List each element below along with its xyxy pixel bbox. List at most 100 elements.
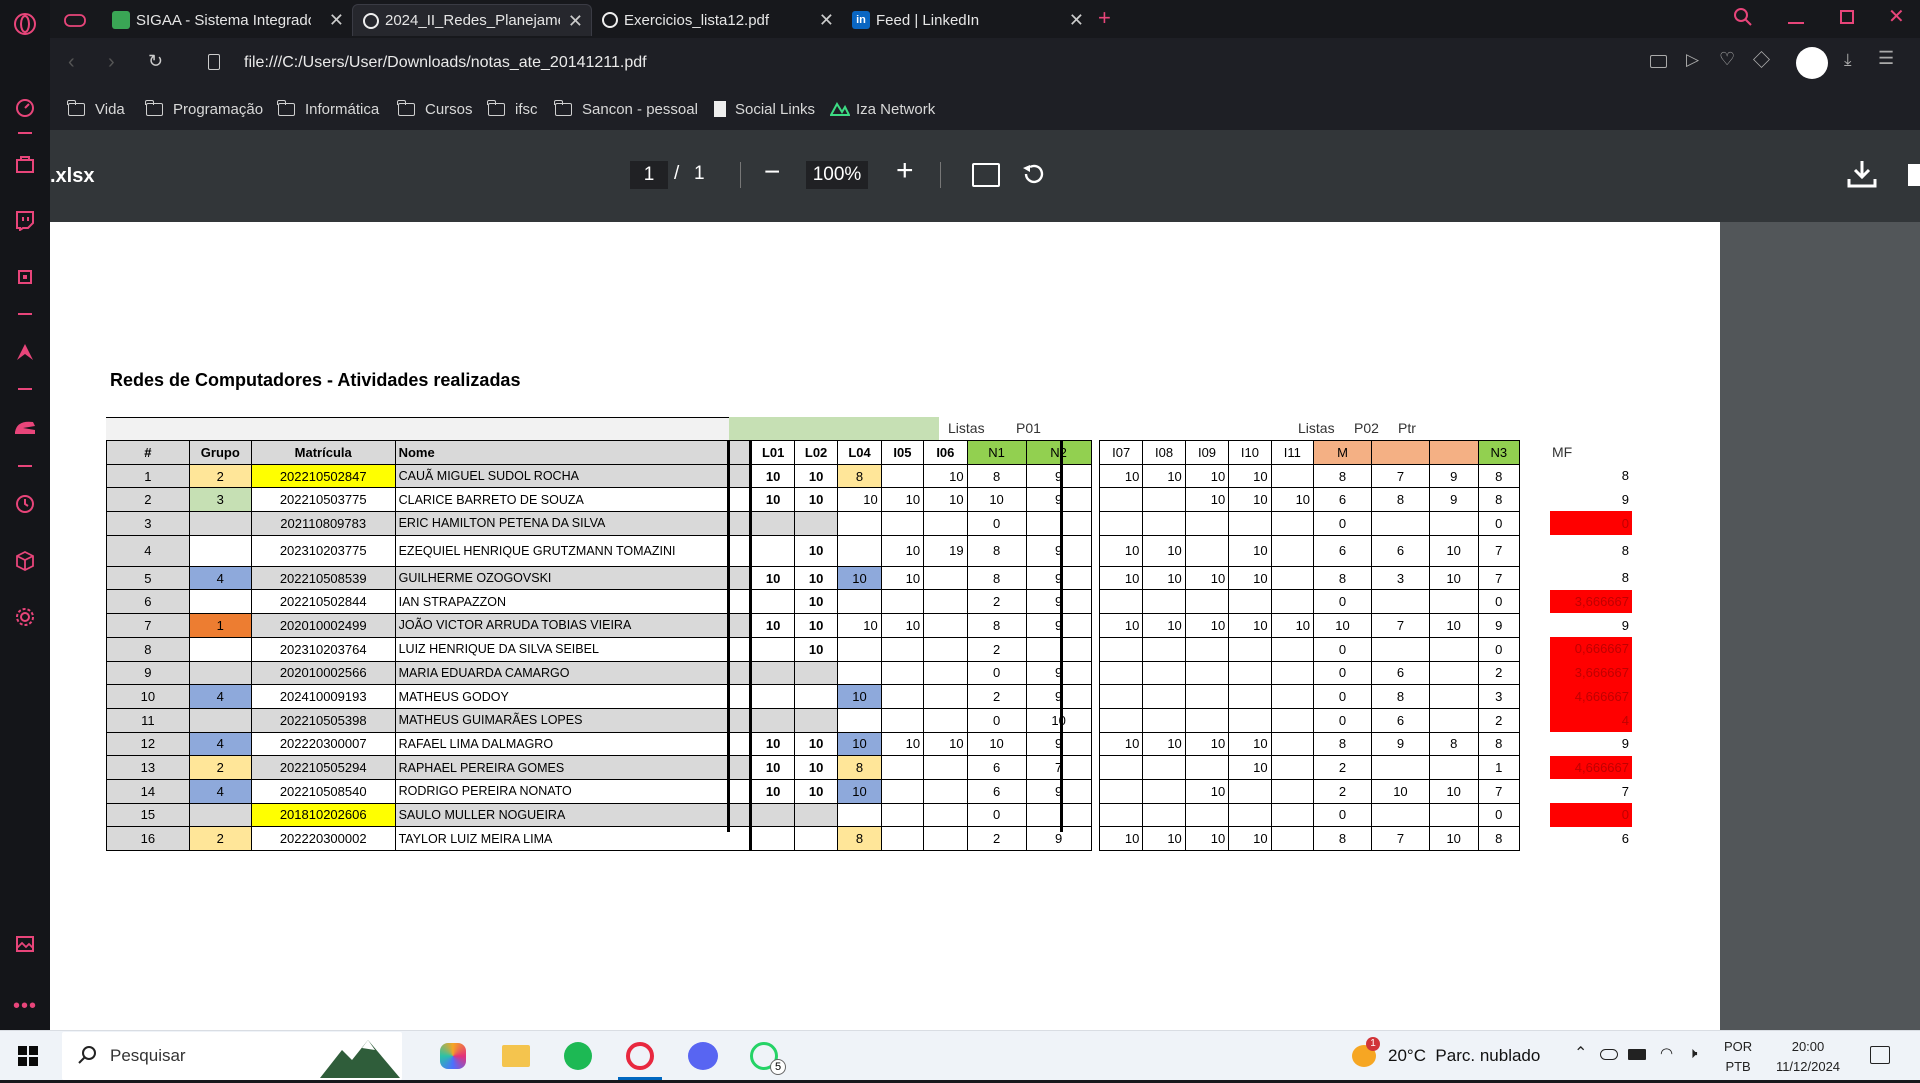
page-info-icon[interactable]	[208, 54, 220, 70]
zoom-out-button[interactable]: −	[764, 156, 780, 188]
weather-text[interactable]: 20°C Parc. nublado	[1388, 1046, 1540, 1066]
bookmark-iza-network[interactable]: Iza Network	[830, 88, 935, 130]
wifi-icon[interactable]: ◠	[1660, 1044, 1673, 1062]
opera-logo-icon[interactable]	[13, 12, 37, 36]
close-icon[interactable]: ✕	[1069, 10, 1084, 31]
cell-nome: MATHEUS GUIMARÃES LOPES	[394, 707, 753, 733]
history-icon[interactable]	[13, 492, 37, 516]
cell-nome: RAPHAEL PEREIRA GOMES	[394, 755, 753, 780]
restore-button[interactable]	[1840, 10, 1854, 24]
bookmark-cursos[interactable]: Cursos	[397, 88, 473, 130]
url-field[interactable]: file:///C:/Users/User/Downloads/notas_at…	[244, 54, 647, 72]
print-icon[interactable]	[1908, 164, 1920, 186]
tab-label: 2024_II_Redes_Planejament	[385, 12, 560, 29]
cell-l04: 10	[837, 684, 882, 709]
tab-linkedin[interactable]: in Feed | LinkedIn ✕	[842, 4, 1092, 36]
bookmark-label: Cursos	[425, 100, 473, 118]
tab-pdf-active[interactable]: 2024_II_Redes_Planejament ✕	[352, 4, 592, 36]
show-hidden-icons-chevron-icon[interactable]: ⌃	[1574, 1043, 1587, 1063]
wallet-cube-icon[interactable]	[1753, 51, 1770, 68]
twitch-icon[interactable]	[13, 208, 37, 232]
bookmark-programacao[interactable]: Programação	[145, 88, 263, 130]
cell-i06	[923, 613, 968, 638]
cell-n2	[1025, 511, 1092, 536]
rotate-icon[interactable]	[1020, 160, 1048, 193]
cell-i09	[1184, 755, 1230, 780]
taskbar-search-box[interactable]: Pesquisar	[62, 1032, 402, 1080]
onedrive-icon[interactable]	[1600, 1049, 1618, 1060]
new-tab-button[interactable]: +	[1098, 5, 1111, 31]
lang-line-2: PTB	[1725, 1059, 1751, 1074]
table-row: 3 202110809783 ERIC HAMILTON PETENA DA SIL…	[106, 511, 1520, 536]
search-tabs-icon[interactable]	[1732, 6, 1754, 33]
speed-dial-icon[interactable]	[13, 96, 37, 120]
page-number-input[interactable]: 1	[630, 161, 668, 189]
cube-icon[interactable]	[13, 549, 37, 573]
download-pdf-icon[interactable]	[1846, 159, 1878, 194]
cell-mf: 3,666667	[1550, 589, 1632, 614]
discord-icon[interactable]	[688, 1042, 718, 1070]
bookmark-vida[interactable]: Vida	[67, 88, 125, 130]
cell-p02: 7	[1370, 613, 1430, 638]
gallery-icon[interactable]	[13, 932, 37, 956]
cell-m: 0	[1313, 660, 1372, 686]
sidebar-divider	[18, 388, 32, 390]
tab-sigaa[interactable]: SIGAA - Sistema Integrado ✕	[102, 4, 352, 36]
spotify-icon[interactable]	[564, 1042, 592, 1070]
heart-icon[interactable]: ♡	[1719, 49, 1735, 70]
cell-n3: 0	[1477, 636, 1520, 662]
cell-n1: 6	[966, 755, 1027, 780]
cell-i08: 10	[1142, 463, 1186, 489]
volume-muted-icon[interactable]: 🕨	[1688, 1045, 1697, 1062]
cell-p02	[1370, 802, 1430, 828]
reload-button[interactable]: ↻	[148, 51, 163, 72]
cell-grupo	[188, 636, 252, 662]
battery-icon[interactable]	[1628, 1049, 1646, 1060]
download-icon[interactable]: ⤓	[1844, 50, 1852, 70]
close-icon[interactable]: ✕	[819, 10, 834, 31]
copilot-icon[interactable]	[440, 1043, 466, 1069]
windows-start-icon[interactable]	[18, 1046, 38, 1071]
cell-p02: 10	[1370, 778, 1430, 804]
cell-n2: 9	[1025, 684, 1092, 709]
easy-setup-icon[interactable]: ☰	[1878, 48, 1894, 69]
helmet-icon[interactable]	[13, 415, 37, 439]
close-icon[interactable]: ✕	[568, 11, 583, 32]
fit-page-icon[interactable]	[972, 163, 1000, 187]
bookmark-informatica[interactable]: Informática	[277, 88, 379, 130]
avatar[interactable]	[1796, 47, 1828, 79]
gap-cell	[1090, 440, 1100, 465]
zoom-in-button[interactable]: +	[896, 154, 914, 188]
tab-workspace-icon[interactable]	[60, 4, 100, 36]
cell-n1: 0	[966, 802, 1027, 828]
input-language[interactable]: POR PTB	[1724, 1037, 1752, 1077]
close-window-button[interactable]: ✕	[1888, 4, 1905, 29]
clock[interactable]: 20:00 11/12/2024	[1764, 1037, 1852, 1077]
forward-button[interactable]: ›	[108, 51, 115, 74]
tab-exercicios[interactable]: Exercicios_lista12.pdf ✕	[592, 4, 842, 36]
zoom-input[interactable]: 100%	[806, 161, 868, 189]
more-icon[interactable]: •••	[13, 994, 37, 1018]
chip-icon[interactable]	[13, 265, 37, 289]
send-icon[interactable]: ▷	[1686, 50, 1699, 70]
col-header: I09	[1184, 440, 1230, 465]
snapshot-icon[interactable]	[1650, 55, 1667, 68]
opera-taskbar-icon[interactable]	[626, 1042, 654, 1070]
cell-i07	[1098, 589, 1144, 615]
cell-l02	[793, 511, 839, 536]
cell-ptr	[1428, 755, 1479, 780]
cell-nome: JOÃO VICTOR ARRUDA TOBIAS VIEIRA	[394, 613, 753, 638]
settings-icon[interactable]	[13, 605, 37, 629]
notification-center-icon[interactable]	[1870, 1046, 1890, 1064]
file-explorer-icon[interactable]	[502, 1045, 530, 1067]
bookmark-social-links[interactable]: Social Links	[714, 88, 815, 130]
close-icon[interactable]: ✕	[329, 10, 344, 31]
bag-icon[interactable]	[13, 152, 37, 176]
p01-header: P01	[1016, 420, 1041, 436]
arrow-icon[interactable]	[13, 340, 37, 364]
minimize-button[interactable]	[1788, 22, 1804, 24]
bookmark-sancon[interactable]: Sancon - pessoal	[554, 88, 698, 130]
bookmark-ifsc[interactable]: ifsc	[487, 88, 538, 130]
back-button[interactable]: ‹	[68, 51, 75, 74]
mf-row: 0,666667	[1550, 637, 1632, 661]
